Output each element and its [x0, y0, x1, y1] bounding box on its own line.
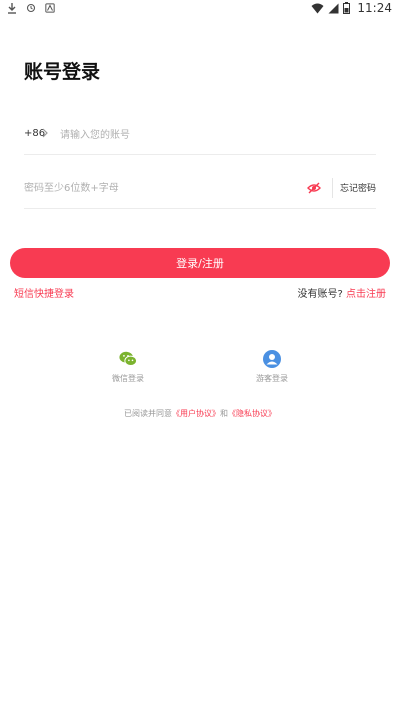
app-notification-icon	[45, 3, 55, 13]
chevron-right-icon[interactable]	[42, 128, 48, 138]
no-account-label: 没有账号?	[297, 289, 343, 300]
status-bar: 11:24	[0, 0, 400, 18]
wifi-icon	[311, 3, 324, 13]
status-time: 11:24	[357, 1, 392, 15]
password-input[interactable]	[24, 178, 284, 198]
status-left-icons	[7, 2, 55, 14]
agreement-and: 和	[220, 409, 228, 418]
wechat-icon	[119, 351, 137, 366]
sms-login-link[interactable]: 短信快捷登录	[14, 285, 74, 300]
guest-login-label: 游客登录	[256, 374, 288, 383]
register-link[interactable]: 点击注册	[346, 289, 386, 300]
forgot-password-link[interactable]: 忘记密码	[340, 181, 376, 194]
privacy-policy-link[interactable]: 《隐私协议》	[228, 409, 276, 418]
eye-closed-icon[interactable]	[306, 181, 322, 195]
signal-icon	[328, 3, 339, 13]
battery-icon	[343, 2, 351, 14]
guest-login-button[interactable]: 游客登录	[232, 350, 312, 384]
guest-user-icon	[263, 350, 281, 368]
page-title: 账号登录	[24, 61, 101, 83]
status-right-icons: 11:24	[311, 1, 392, 15]
password-field-row: 忘记密码	[24, 174, 376, 209]
download-icon	[8, 3, 16, 14]
field-divider	[332, 178, 333, 198]
agreement-text: 已阅读并同意《用户协议》和《隐私协议》	[0, 408, 400, 419]
wechat-login-button[interactable]: 微信登录	[88, 350, 168, 384]
user-agreement-link[interactable]: 《用户协议》	[172, 409, 220, 418]
account-input[interactable]	[60, 125, 360, 145]
wechat-login-label: 微信登录	[112, 374, 144, 383]
sync-icon	[26, 3, 36, 13]
register-row: 没有账号? 点击注册	[298, 285, 387, 300]
account-field-row: +86	[24, 122, 376, 155]
login-register-button[interactable]: 登录/注册	[10, 248, 390, 278]
agreement-prefix: 已阅读并同意	[124, 409, 172, 418]
